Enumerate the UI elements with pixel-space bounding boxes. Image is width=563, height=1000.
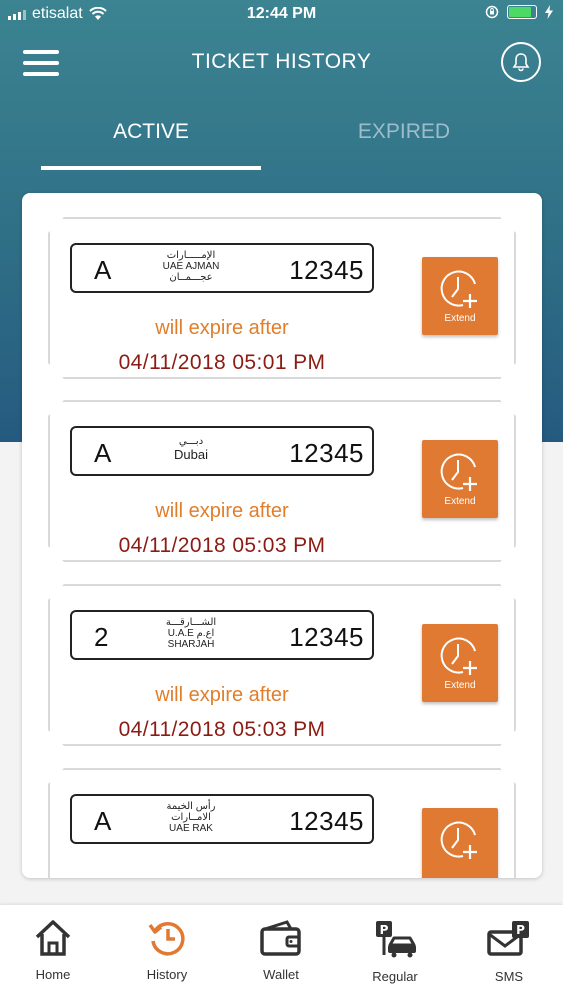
nav-wallet[interactable]: Wallet [231, 919, 331, 982]
status-right [485, 5, 553, 19]
ticket-card: A الإمـــــارات UAE AJMAN عجـــمــان 123… [48, 217, 516, 379]
extend-button[interactable]: Extend [422, 624, 498, 702]
expire-datetime: 04/11/2018 05:03 PM [118, 718, 326, 741]
plate-emirate-line: SHARJAH [167, 639, 215, 650]
extend-button[interactable]: Extend [422, 257, 498, 335]
clock-plus-icon [439, 819, 481, 861]
ticket-list[interactable]: A الإمـــــارات UAE AJMAN عجـــمــان 123… [22, 193, 542, 878]
extend-label: Extend [444, 496, 476, 507]
nav-regular-label: Regular [372, 969, 418, 984]
charging-icon [545, 5, 553, 19]
plate-code: 2 [94, 622, 109, 652]
nav-wallet-label: Wallet [263, 967, 299, 982]
bell-icon [512, 53, 530, 72]
extend-label: Extend [444, 680, 476, 691]
clock-plus-icon [439, 451, 481, 493]
ticket-card: A رأس الخيمة الامــارات UAE RAK 12345 [48, 768, 516, 878]
extend-button[interactable] [422, 808, 498, 878]
license-plate: A الإمـــــارات UAE AJMAN عجـــمــان 123… [70, 243, 374, 293]
plate-emirate-line: الامــارات [171, 812, 211, 823]
plate-emirate: رأس الخيمة الامــارات UAE RAK [152, 801, 230, 834]
history-icon [148, 922, 185, 956]
bottom-nav: Home History Wallet P Regular P SMS [0, 905, 563, 1000]
plate-emirate-line: UAE AJMAN [162, 261, 220, 272]
license-plate: A رأس الخيمة الامــارات UAE RAK 12345 [70, 794, 374, 844]
expire-label: will expire after [155, 317, 289, 339]
plate-emirate-line: U.A.E اع.م [167, 628, 215, 639]
nav-home[interactable]: Home [3, 919, 103, 982]
extend-label: Extend [444, 313, 476, 324]
plate-emirate-line: دبـــي [178, 436, 204, 447]
svg-text:P: P [380, 923, 389, 937]
tab-indicator [41, 166, 261, 170]
battery-icon [507, 5, 537, 19]
plate-emirate-line: الإمـــــارات [166, 250, 216, 261]
plate-number: 12345 [289, 806, 364, 836]
plate-number: 12345 [289, 622, 364, 652]
plate-number: 12345 [289, 438, 364, 468]
plate-emirate: الشـــارقـــة U.A.E اع.م SHARJAH [152, 617, 230, 650]
expire-label: will expire after [155, 684, 289, 706]
wallet-icon [260, 920, 301, 956]
notifications-button[interactable] [501, 42, 541, 82]
license-plate: A دبـــي Dubai 12345 [70, 426, 374, 476]
plate-code: A [94, 806, 112, 836]
nav-regular[interactable]: P Regular [345, 919, 445, 984]
orientation-lock-icon [485, 5, 499, 19]
regular-parking-icon: P [376, 921, 416, 958]
nav-sms[interactable]: P SMS [459, 919, 559, 984]
expire-datetime: 04/11/2018 05:01 PM [118, 351, 326, 374]
plate-emirate-line: رأس الخيمة [166, 801, 216, 812]
nav-history-label: History [146, 967, 188, 982]
sms-parking-icon: P [487, 921, 529, 956]
nav-history[interactable]: History [117, 919, 217, 982]
plate-emirate-line: UAE RAK [169, 823, 213, 834]
plate-emirate-line: الشـــارقـــة [165, 617, 217, 628]
plate-code: A [94, 255, 112, 285]
status-bar: etisalat 12:44 PM [0, 0, 563, 30]
plate-emirate: الإمـــــارات UAE AJMAN عجـــمــان [152, 250, 230, 283]
page-title: TICKET HISTORY [191, 50, 372, 73]
svg-text:P: P [516, 923, 525, 937]
expire-datetime: 04/11/2018 05:03 PM [118, 534, 326, 557]
clock-plus-icon [439, 635, 481, 677]
license-plate: 2 الشـــارقـــة U.A.E اع.م SHARJAH 12345 [70, 610, 374, 660]
status-time: 12:44 PM [246, 5, 317, 22]
tab-expired[interactable]: EXPIRED [294, 120, 514, 144]
expire-label: will expire after [155, 500, 289, 522]
plate-emirate-line: عجـــمــان [169, 272, 213, 283]
plate-number: 12345 [289, 255, 364, 285]
nav-home-label: Home [35, 967, 71, 982]
nav-sms-label: SMS [494, 969, 524, 984]
plate-emirate-line: Dubai [174, 447, 208, 462]
home-icon [35, 920, 71, 956]
extend-button[interactable]: Extend [422, 440, 498, 518]
nav-bar: TICKET HISTORY [0, 40, 563, 84]
plate-emirate: دبـــي Dubai [152, 436, 230, 462]
tab-bar: ACTIVE EXPIRED [0, 108, 563, 172]
clock-plus-icon [439, 268, 481, 310]
plate-code: A [94, 438, 112, 468]
ticket-card: 2 الشـــارقـــة U.A.E اع.م SHARJAH 12345… [48, 584, 516, 746]
tab-active[interactable]: ACTIVE [41, 120, 261, 144]
ticket-card: A دبـــي Dubai 12345 will expire after 0… [48, 400, 516, 562]
